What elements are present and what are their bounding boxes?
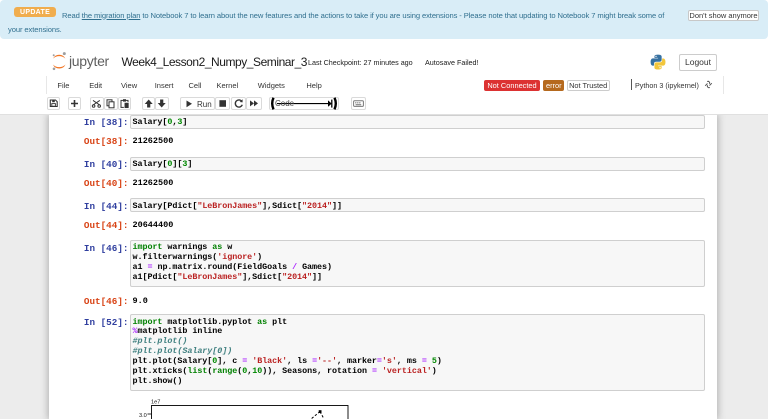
svg-text:1e7: 1e7: [151, 399, 160, 405]
svg-text:3.0: 3.0: [139, 413, 147, 419]
